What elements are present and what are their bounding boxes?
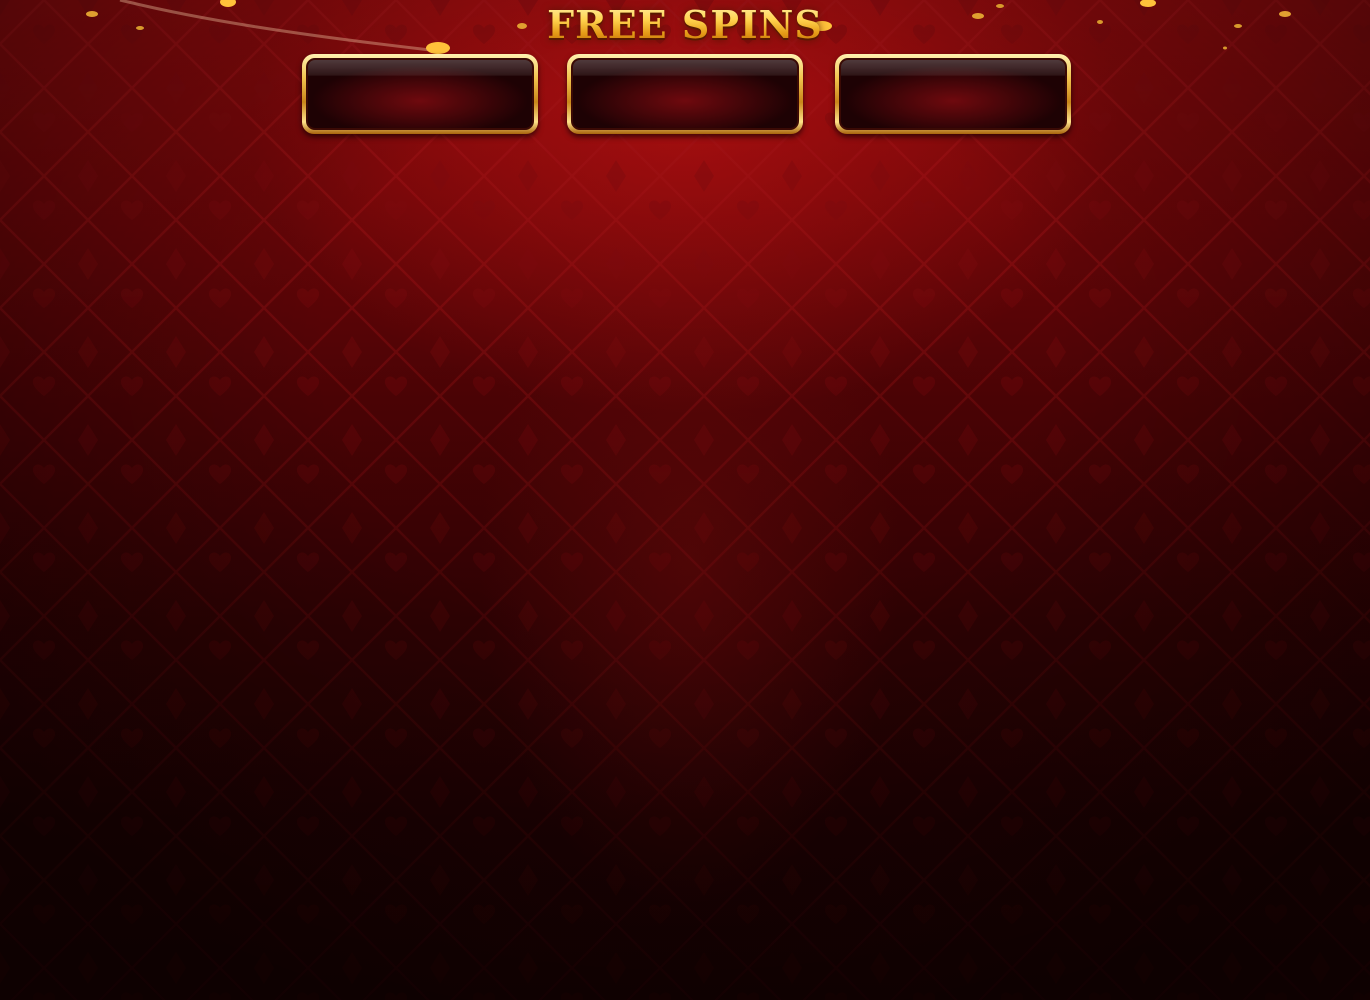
spin-counter-panel	[302, 54, 538, 134]
card-suit-pattern	[0, 0, 1370, 1000]
spin-counter-panel	[835, 54, 1071, 134]
counter-row	[0, 54, 1370, 136]
spin-counter-panel	[567, 54, 803, 134]
spin-counter-value	[306, 58, 534, 130]
spin-counter-value	[571, 58, 799, 130]
spin-counter-value	[839, 58, 1067, 130]
game-stage: FREE SPINS	[0, 0, 1370, 1000]
free-spins-title: FREE SPINS	[0, 2, 1370, 47]
